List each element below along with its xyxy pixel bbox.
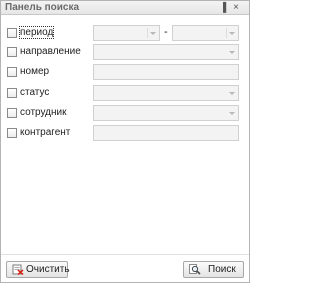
close-icon[interactable]: × xyxy=(231,2,241,13)
employee-select[interactable] xyxy=(93,105,239,121)
search-button[interactable]: Поиск xyxy=(183,261,244,278)
clear-filter-icon xyxy=(12,264,24,275)
filter-row-direction: направление xyxy=(1,44,249,62)
panel-title: Панель поиска xyxy=(5,2,80,13)
panel-titlebar: Панель поиска ▐ × xyxy=(1,1,249,15)
filter-row-number: номер xyxy=(1,64,249,82)
pin-icon[interactable]: ▐ xyxy=(219,2,227,13)
dropdown-separator xyxy=(226,28,227,38)
period-checkbox[interactable] xyxy=(7,28,17,38)
search-panel: Панель поиска ▐ × период - направление н… xyxy=(0,0,250,283)
employee-checkbox[interactable] xyxy=(7,108,17,118)
number-label[interactable]: номер xyxy=(20,66,49,77)
period-separator: - xyxy=(164,26,168,38)
period-to-select[interactable] xyxy=(172,25,239,41)
chevron-down-icon[interactable] xyxy=(229,51,235,54)
dropdown-separator xyxy=(147,28,148,38)
footer-divider xyxy=(1,254,249,255)
number-checkbox[interactable] xyxy=(7,67,17,77)
chevron-down-icon[interactable] xyxy=(229,92,235,95)
search-icon xyxy=(189,264,201,275)
period-from-select[interactable] xyxy=(93,25,160,41)
direction-select[interactable] xyxy=(93,44,239,60)
clear-button-label: Очистить xyxy=(26,264,70,275)
direction-checkbox[interactable] xyxy=(7,47,17,57)
filter-row-status: статус xyxy=(1,85,249,103)
direction-label[interactable]: направление xyxy=(20,46,81,57)
counterparty-input[interactable] xyxy=(93,125,239,141)
counterparty-checkbox[interactable] xyxy=(7,128,17,138)
counterparty-label[interactable]: контрагент xyxy=(20,127,70,138)
filter-row-period: период - xyxy=(1,25,249,43)
chevron-down-icon[interactable] xyxy=(229,32,235,35)
clear-button[interactable]: Очистить xyxy=(6,261,70,278)
chevron-down-icon[interactable] xyxy=(229,112,235,115)
chevron-down-icon[interactable] xyxy=(150,32,156,35)
filter-row-counterparty: контрагент xyxy=(1,125,249,143)
search-button-label: Поиск xyxy=(208,264,236,275)
status-select[interactable] xyxy=(93,85,239,101)
number-input[interactable] xyxy=(93,64,239,80)
status-checkbox[interactable] xyxy=(7,88,17,98)
period-label[interactable]: период xyxy=(18,26,55,39)
status-label[interactable]: статус xyxy=(20,87,49,98)
employee-label[interactable]: сотрудник xyxy=(20,107,66,118)
filter-row-employee: сотрудник xyxy=(1,105,249,123)
